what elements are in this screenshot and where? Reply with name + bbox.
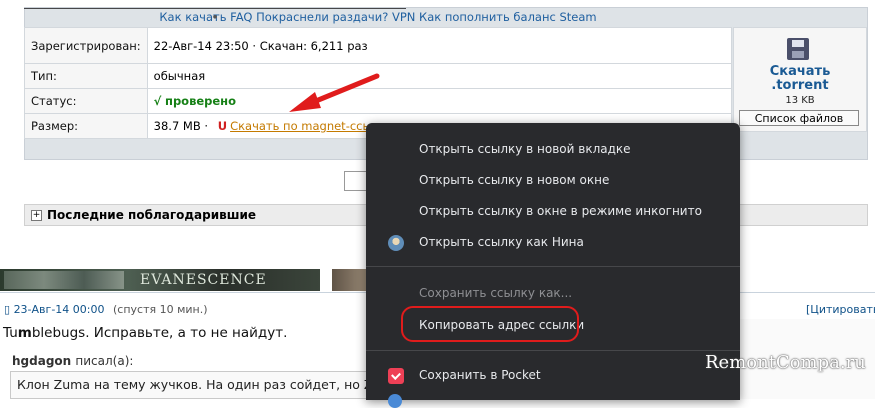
menu-item-save-to-pocket[interactable]: Сохранить в Pocket bbox=[366, 360, 740, 390]
profile-avatar-icon bbox=[388, 235, 404, 251]
info-row-registered: Зарегистрирован: 22-Авг-14 23:50 · Скача… bbox=[24, 27, 733, 64]
download-torrent-link[interactable]: Скачать .torrent bbox=[734, 65, 866, 93]
torrent-file-size: 13 KB bbox=[785, 95, 815, 106]
expand-plus-icon[interactable]: + bbox=[31, 210, 42, 221]
annotation-arrow-icon bbox=[289, 73, 380, 112]
nav-link-vpn[interactable]: VPN bbox=[392, 10, 415, 24]
menu-item-save-link-as[interactable]: Сохранить ссылку как... bbox=[366, 278, 740, 308]
extension-icon bbox=[388, 394, 402, 408]
size-label: Размер: bbox=[24, 113, 148, 139]
type-value: обычная bbox=[146, 63, 733, 89]
menu-item-open-incognito[interactable]: Открыть ссылку в окне в режиме инкогнито bbox=[366, 196, 740, 226]
nav-link-faq[interactable]: FAQ bbox=[230, 10, 252, 24]
type-label: Тип: bbox=[24, 63, 148, 89]
status-label: Статус: bbox=[24, 88, 148, 114]
menu-item-open-new-window[interactable]: Открыть ссылку в новом окне bbox=[366, 165, 740, 195]
magnet-icon: U bbox=[217, 119, 228, 133]
size-value: 38.7 MB bbox=[153, 119, 201, 133]
nav-link-steam-balance[interactable]: Как пополнить баланс Steam bbox=[419, 10, 597, 24]
quote-box: Клон Zuma на тему жучков. На один раз со… bbox=[10, 371, 378, 399]
user-signature-banner: EVANESCENCE bbox=[0, 269, 320, 291]
recent-thanks-label: Последние поблагодарившие bbox=[47, 208, 257, 222]
small-action-button[interactable] bbox=[344, 171, 368, 191]
menu-item-open-as-profile[interactable]: Открыть ссылку как Нина bbox=[366, 227, 740, 257]
context-menu: Открыть ссылку в новой вкладке Открыть с… bbox=[366, 123, 740, 400]
menu-separator bbox=[366, 350, 740, 351]
quote-author: hgdagon писал(а): bbox=[12, 354, 134, 368]
post-date[interactable]: ▯ 23-Авг-14 00:00 bbox=[4, 303, 104, 316]
user-avatar-banner bbox=[332, 269, 368, 291]
watermark: RemontCompa.ru bbox=[705, 352, 866, 373]
post-body: Tumblebugs. Исправьте, а то не найдут. bbox=[3, 325, 288, 341]
menu-separator bbox=[366, 266, 740, 267]
status-cell: √ проверено bbox=[146, 88, 733, 114]
file-list-button[interactable]: Список файлов bbox=[739, 110, 859, 126]
banner-text: EVANESCENCE bbox=[140, 272, 267, 288]
status-value: проверено bbox=[165, 94, 237, 108]
floppy-disk-icon bbox=[787, 38, 809, 60]
highlight-oval bbox=[401, 306, 579, 342]
checkmark-icon: √ bbox=[153, 94, 162, 108]
quote-button[interactable]: [Цитировать bbox=[806, 303, 875, 316]
nav-link-red-releases[interactable]: Покраснели раздачи? bbox=[256, 10, 388, 24]
registered-cell: 22-Авг-14 23:50 · Скачан: 6,211 раз bbox=[146, 27, 733, 64]
pocket-icon bbox=[388, 368, 404, 384]
post-time-after: (спустя 10 мин.) bbox=[113, 303, 208, 316]
menu-item-open-new-tab[interactable]: Открыть ссылку в новой вкладке bbox=[366, 134, 740, 164]
top-nav: Как качать • FAQ • Покраснели раздачи? • VP… bbox=[24, 8, 732, 26]
registered-label: Зарегистрирован: bbox=[24, 27, 148, 64]
registered-value: 22-Авг-14 23:50 bbox=[153, 38, 249, 53]
downloads-count: Скачан: 6,211 раз bbox=[259, 38, 368, 53]
banner-image bbox=[4, 271, 124, 289]
